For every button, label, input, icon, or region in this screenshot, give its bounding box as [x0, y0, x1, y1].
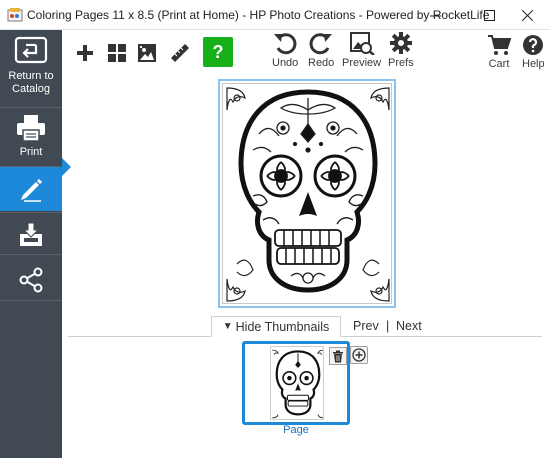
trash-icon [333, 350, 343, 362]
sidebar-divider [0, 107, 62, 108]
active-item-pointer [62, 158, 71, 176]
sidebar-divider [0, 300, 62, 301]
gear-icon [389, 32, 412, 54]
hide-thumbnails-label: Hide Thumbnails [235, 319, 330, 334]
nav-separator: | [386, 319, 390, 333]
sidebar-label-return-line2: Catalog [12, 83, 50, 95]
sidebar-item-return-to-catalog[interactable]: Return to Catalog [0, 36, 62, 106]
help-question-button[interactable]: ? [203, 37, 233, 67]
close-button[interactable] [504, 0, 550, 30]
photo-icon [138, 44, 156, 62]
layout-button[interactable] [107, 43, 127, 63]
preview-label: Preview [342, 57, 382, 69]
minimize-icon [429, 15, 441, 16]
return-icon [14, 36, 48, 64]
thumbnail-skull-artwork [272, 349, 323, 419]
thumbnail-image [270, 346, 324, 420]
prefs-label: Prefs [388, 57, 414, 69]
photo-button[interactable] [137, 43, 157, 63]
help-circle-icon [523, 35, 544, 55]
cart-label: Cart [488, 58, 510, 70]
prev-link[interactable]: Prev [353, 319, 379, 333]
preview-icon [349, 32, 375, 55]
sugar-skull-artwork [226, 87, 390, 302]
triangle-down-icon: ▼ [222, 321, 233, 332]
undo-button[interactable]: Undo [272, 31, 298, 69]
close-icon [521, 9, 533, 21]
hide-thumbnails-tab[interactable]: ▼ Hide Thumbnails [211, 316, 341, 337]
next-link[interactable]: Next [396, 319, 422, 333]
redo-icon [309, 33, 333, 55]
delete-page-button[interactable] [329, 347, 347, 365]
redo-button[interactable]: Redo [308, 31, 334, 69]
title-bar: Coloring Pages 11 x 8.5 (Print at Home) … [0, 0, 550, 30]
add-icon [77, 45, 93, 61]
sidebar-item-print[interactable]: Print [0, 114, 62, 166]
coloring-page-image [222, 83, 392, 304]
prefs-button[interactable]: Prefs [388, 31, 414, 69]
sidebar-item-save[interactable] [0, 218, 62, 252]
sidebar: Return to Catalog Print [0, 30, 62, 458]
redo-label: Redo [308, 57, 335, 69]
cart-button[interactable]: Cart [487, 34, 511, 70]
add-button[interactable] [76, 44, 94, 62]
pencil-icon [21, 179, 42, 202]
ruler-button[interactable] [169, 42, 191, 64]
sidebar-divider [0, 212, 62, 213]
share-icon [19, 267, 43, 293]
thumbnail-page-label[interactable]: Page [242, 424, 350, 436]
help-label: Help [522, 58, 545, 70]
printer-icon [17, 115, 45, 142]
minimize-button[interactable] [412, 0, 458, 30]
sidebar-item-edit[interactable] [0, 167, 62, 211]
sidebar-label-return-line1: Return to [8, 70, 54, 82]
app-icon [7, 8, 23, 22]
help-button[interactable]: Help [522, 34, 545, 70]
add-circle-icon [352, 348, 366, 362]
undo-icon [274, 33, 297, 55]
save-download-icon [20, 222, 42, 246]
layout-icon [108, 44, 126, 62]
add-page-button[interactable] [350, 346, 368, 364]
sidebar-divider [0, 254, 62, 255]
undo-label: Undo [272, 57, 299, 69]
sidebar-item-share[interactable] [0, 262, 62, 298]
maximize-icon [483, 9, 495, 21]
preview-button[interactable]: Preview [342, 31, 381, 69]
page-thumbnail[interactable] [242, 341, 350, 425]
page-canvas[interactable] [218, 79, 396, 308]
help-question-icon: ? [212, 41, 224, 62]
ruler-icon [171, 44, 189, 62]
cart-icon [488, 35, 511, 55]
sidebar-label-print: Print [19, 146, 43, 158]
